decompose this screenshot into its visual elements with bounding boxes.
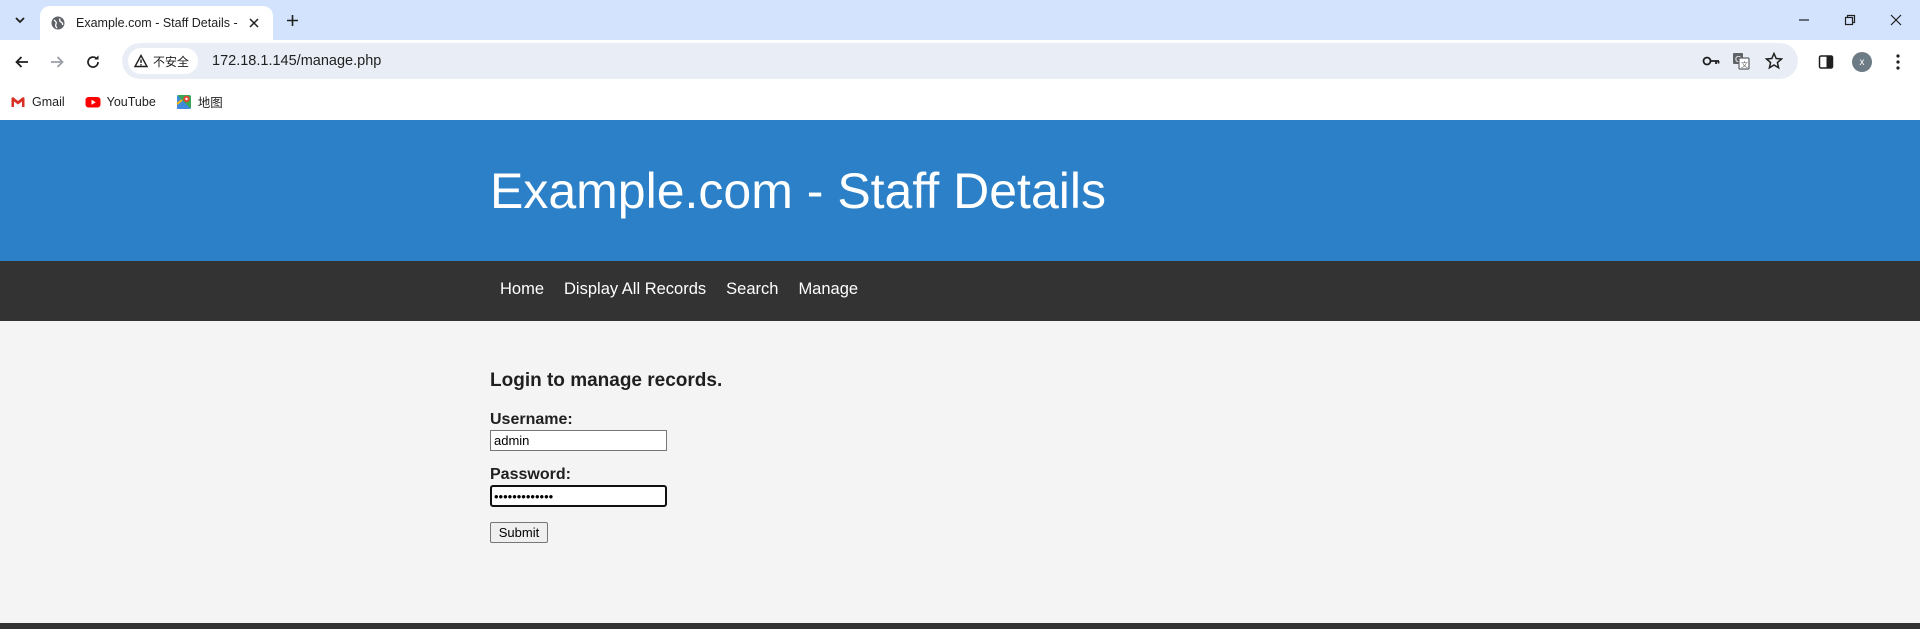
side-panel-icon [1818,55,1834,69]
username-input[interactable] [490,430,667,451]
side-panel-button[interactable] [1812,48,1840,76]
footer-bar [0,623,1920,629]
gmail-icon [10,94,26,110]
plus-icon [286,14,298,26]
password-input[interactable] [490,485,667,507]
close-window-button[interactable] [1882,6,1910,34]
more-vertical-icon [1896,54,1900,70]
url-text[interactable]: 172.18.1.145/manage.php [212,53,381,69]
login-heading: Login to manage records. [490,370,723,391]
browser-menu-button[interactable] [1884,48,1912,76]
security-label: 不安全 [153,54,190,69]
forward-button[interactable] [41,46,73,78]
tab-search-button[interactable] [6,6,34,34]
close-icon [1890,14,1902,26]
globe-icon [50,15,66,31]
tab-title: Example.com - Staff Details - [76,16,238,30]
bookmarks-bar: Gmail YouTube 地图 [0,83,1920,120]
new-tab-button[interactable] [280,8,304,32]
bookmark-label: YouTube [106,94,156,109]
nav-link-display-all-records[interactable]: Display All Records [554,280,716,299]
bookmark-gmail[interactable]: Gmail [10,94,65,110]
restore-icon [1844,14,1856,26]
chevron-down-icon [15,17,25,24]
key-icon[interactable] [1699,49,1723,73]
bookmark-label: 地图 [197,96,223,110]
arrow-left-icon [15,56,28,68]
arrow-right-icon [51,56,64,68]
avatar: x [1852,52,1872,72]
site-security-chip[interactable]: 不安全 [128,48,199,74]
site-nav-bar [0,261,1920,321]
restore-window-button[interactable] [1836,6,1864,34]
reload-icon [87,55,99,68]
profile-button[interactable]: x [1848,48,1876,76]
page-title: Example.com - Staff Details [490,163,1106,219]
maps-icon [176,94,192,110]
translate-icon[interactable]: G文 [1729,49,1753,73]
back-button[interactable] [6,46,38,78]
warning-icon [134,54,148,68]
browser-tab[interactable]: Example.com - Staff Details - [40,6,273,40]
nav-link-manage[interactable]: Manage [788,280,868,299]
nav-link-home[interactable]: Home [490,280,554,299]
bookmark-label: Gmail [32,94,65,109]
youtube-icon [85,94,101,110]
nav-link-search[interactable]: Search [716,280,788,299]
username-label: Username: [490,411,573,428]
minimize-window-button[interactable] [1790,6,1818,34]
address-bar[interactable]: 不安全 172.18.1.145/manage.php G文 [122,43,1798,79]
submit-button[interactable]: Submit [490,522,548,543]
reload-button[interactable] [77,46,109,78]
bookmark-youtube[interactable]: YouTube [85,94,156,110]
password-label: Password: [490,466,571,483]
minimize-icon [1799,19,1809,21]
browser-toolbar: 不安全 172.18.1.145/manage.php G文 x [0,40,1920,83]
svg-text:文: 文 [1741,60,1748,69]
bookmark-star-icon[interactable] [1762,49,1786,73]
site-nav: Home Display All Records Search Manage [490,280,868,299]
browser-tab-strip: Example.com - Staff Details - [0,0,1920,40]
bookmark-maps[interactable]: 地图 [176,92,223,111]
close-tab-icon[interactable] [245,14,263,32]
